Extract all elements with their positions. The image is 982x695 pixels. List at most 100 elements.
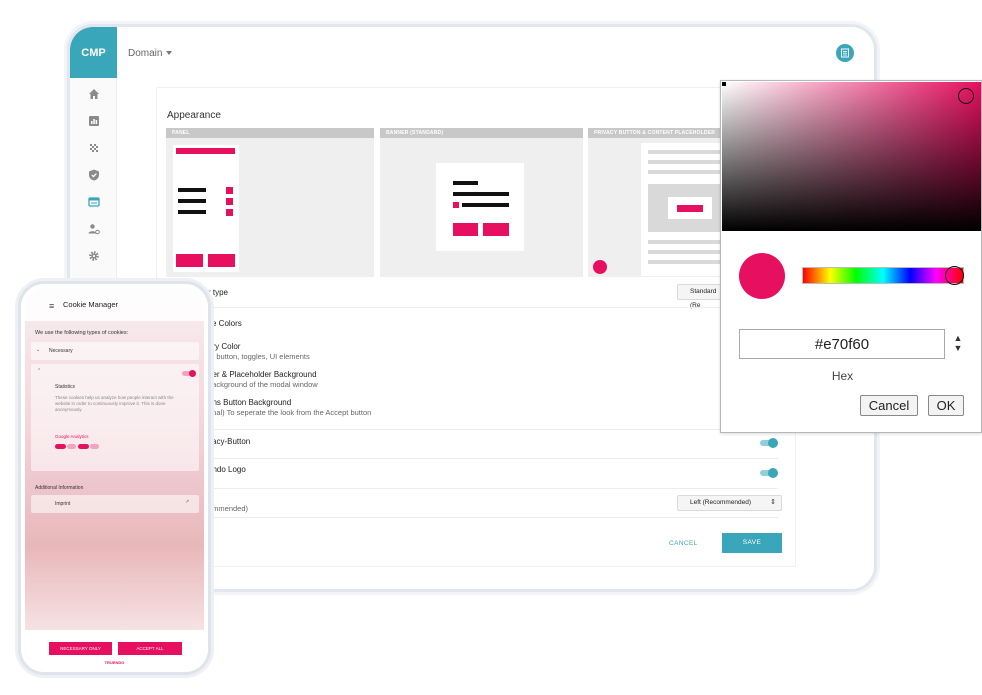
divider (166, 517, 778, 518)
banner-line (453, 192, 509, 196)
custom-colors-label: ze Colors (208, 319, 242, 328)
panel-header-bar (176, 148, 235, 154)
grid-icon[interactable] (87, 142, 101, 156)
picker-cancel-button[interactable]: Cancel (860, 395, 918, 416)
updown-icon: ⇕ (770, 499, 776, 506)
google-analytics-link[interactable]: Google Analytics (55, 434, 89, 439)
shield-icon[interactable] (87, 169, 101, 183)
document-icon[interactable] (836, 44, 854, 62)
preview-banner[interactable]: BANNER (STANDARD) (380, 128, 583, 277)
cookie-intro: We use the following types of cookies: (35, 330, 129, 336)
statistics-toggle[interactable] (182, 370, 196, 377)
color-preview-swatch (739, 253, 785, 299)
panel-line (178, 210, 206, 214)
window-icon[interactable] (87, 196, 101, 210)
chevron-down-icon (166, 51, 173, 56)
tag-pill (78, 444, 89, 449)
panel-toggle (226, 209, 233, 216)
color-picker-dialog: ▲▼ Hex Cancel OK (720, 80, 982, 433)
statistics-description: These cookies help us analyze how people… (55, 395, 174, 412)
domain-selector[interactable]: Domain (128, 48, 173, 59)
saturation-area[interactable] (722, 82, 981, 231)
section-title: Appearance (167, 110, 221, 121)
picker-ok-button[interactable]: OK (928, 395, 964, 416)
statistics-label: Statistics (55, 384, 76, 390)
phone-screen: ≡ Cookie Manager We use the following ty… (25, 288, 204, 668)
imprint-row[interactable]: Imprint ↗ (31, 495, 199, 513)
phone-header: ≡ Cookie Manager (25, 288, 204, 321)
banner-bg-sub: background of the modal window (208, 380, 318, 389)
menu-icon[interactable]: ≡ (49, 301, 54, 311)
divider (166, 307, 778, 308)
placeholder-button (677, 205, 703, 212)
toggle-knob (768, 438, 778, 448)
chart-icon[interactable] (87, 115, 101, 129)
corner-marker (722, 82, 726, 86)
accept-all-button[interactable]: ACCEPT ALL (118, 642, 182, 655)
phone-footer: NECESSARY ONLY ACCEPT ALL TRUENDO (25, 630, 204, 668)
banner-bg-label[interactable]: ner & Placeholder Background (208, 370, 317, 379)
brand-logo: TRUENDO (104, 660, 125, 665)
divider (166, 458, 778, 459)
position-select[interactable]: Left (Recommended) ⇕ (677, 495, 782, 511)
necessary-only-button[interactable]: NECESSARY ONLY (49, 642, 112, 655)
tag-pill (67, 444, 76, 449)
necessary-label: Necessary (49, 348, 73, 354)
tag-pill (55, 444, 66, 449)
panel-button (208, 254, 235, 267)
panel-toggle (226, 198, 233, 205)
options-bg-label[interactable]: ons Button Background (208, 398, 291, 407)
hue-slider[interactable] (802, 267, 964, 284)
format-switch-icon[interactable]: ▲ ▼ (952, 333, 964, 353)
preview-label: PANEL (166, 128, 374, 138)
additional-info-label: Additional Information (35, 485, 84, 491)
cookie-manager-title: Cookie Manager (63, 300, 119, 309)
gear-icon[interactable] (87, 250, 101, 264)
privacy-button-dot (593, 260, 607, 274)
banner-body (436, 163, 524, 251)
banner-type-label: r type (208, 288, 229, 297)
stage: CMP Domain Appearance PANEL BANNER (STAN… (0, 0, 982, 695)
panel-toggle (226, 187, 233, 194)
banner-button (483, 223, 509, 236)
panel-line (178, 188, 206, 192)
cmp-logo[interactable]: CMP (70, 27, 117, 78)
tag-pill (90, 444, 99, 449)
hex-input[interactable] (739, 329, 945, 359)
cancel-button[interactable]: CANCEL (669, 540, 698, 547)
statistics-card: ⌃ Statistics These cookies help us analy… (31, 364, 199, 471)
banner-line (462, 203, 509, 207)
saturation-cursor[interactable] (958, 88, 974, 104)
save-button[interactable]: SAVE (722, 533, 782, 553)
preview-panel[interactable]: PANEL (166, 128, 374, 277)
banner-button (453, 223, 478, 236)
panel-button (176, 254, 203, 267)
domain-label: Domain (128, 48, 163, 59)
hue-slider-handle[interactable] (945, 266, 964, 285)
logo-toggle[interactable] (758, 468, 778, 478)
home-icon[interactable] (87, 88, 101, 102)
banner-toggle (453, 202, 459, 208)
format-label: Hex (831, 369, 854, 383)
privacy-button-label: vacy-Button (208, 437, 251, 446)
privacy-button-toggle[interactable] (758, 438, 778, 448)
chevron-up-icon[interactable]: ⌃ (37, 368, 41, 374)
panel-line (178, 199, 206, 203)
position-sub: ommended) (208, 504, 249, 513)
phone-mockup: ≡ Cookie Manager We use the following ty… (18, 281, 211, 675)
options-bg-sub: onal) To seperate the look from the Acce… (208, 408, 372, 417)
toggle-knob (768, 468, 778, 478)
divider (166, 429, 778, 430)
chevron-down-icon: ⌄ (36, 347, 41, 353)
external-link-icon: ↗ (185, 499, 190, 505)
primary-color-label[interactable]: ary Color (208, 342, 240, 351)
toggle-knob (189, 370, 196, 377)
logo-label: endo Logo (208, 465, 246, 474)
necessary-row[interactable]: ⌄ Necessary (31, 342, 199, 360)
position-value: Left (Recommended) (690, 499, 752, 506)
user-settings-icon[interactable] (87, 223, 101, 237)
primary-color-sub: pt button, toggles, UI elements (208, 352, 310, 361)
preview-label: BANNER (STANDARD) (380, 128, 583, 138)
imprint-label: Imprint (55, 501, 71, 507)
banner-line (453, 181, 478, 185)
